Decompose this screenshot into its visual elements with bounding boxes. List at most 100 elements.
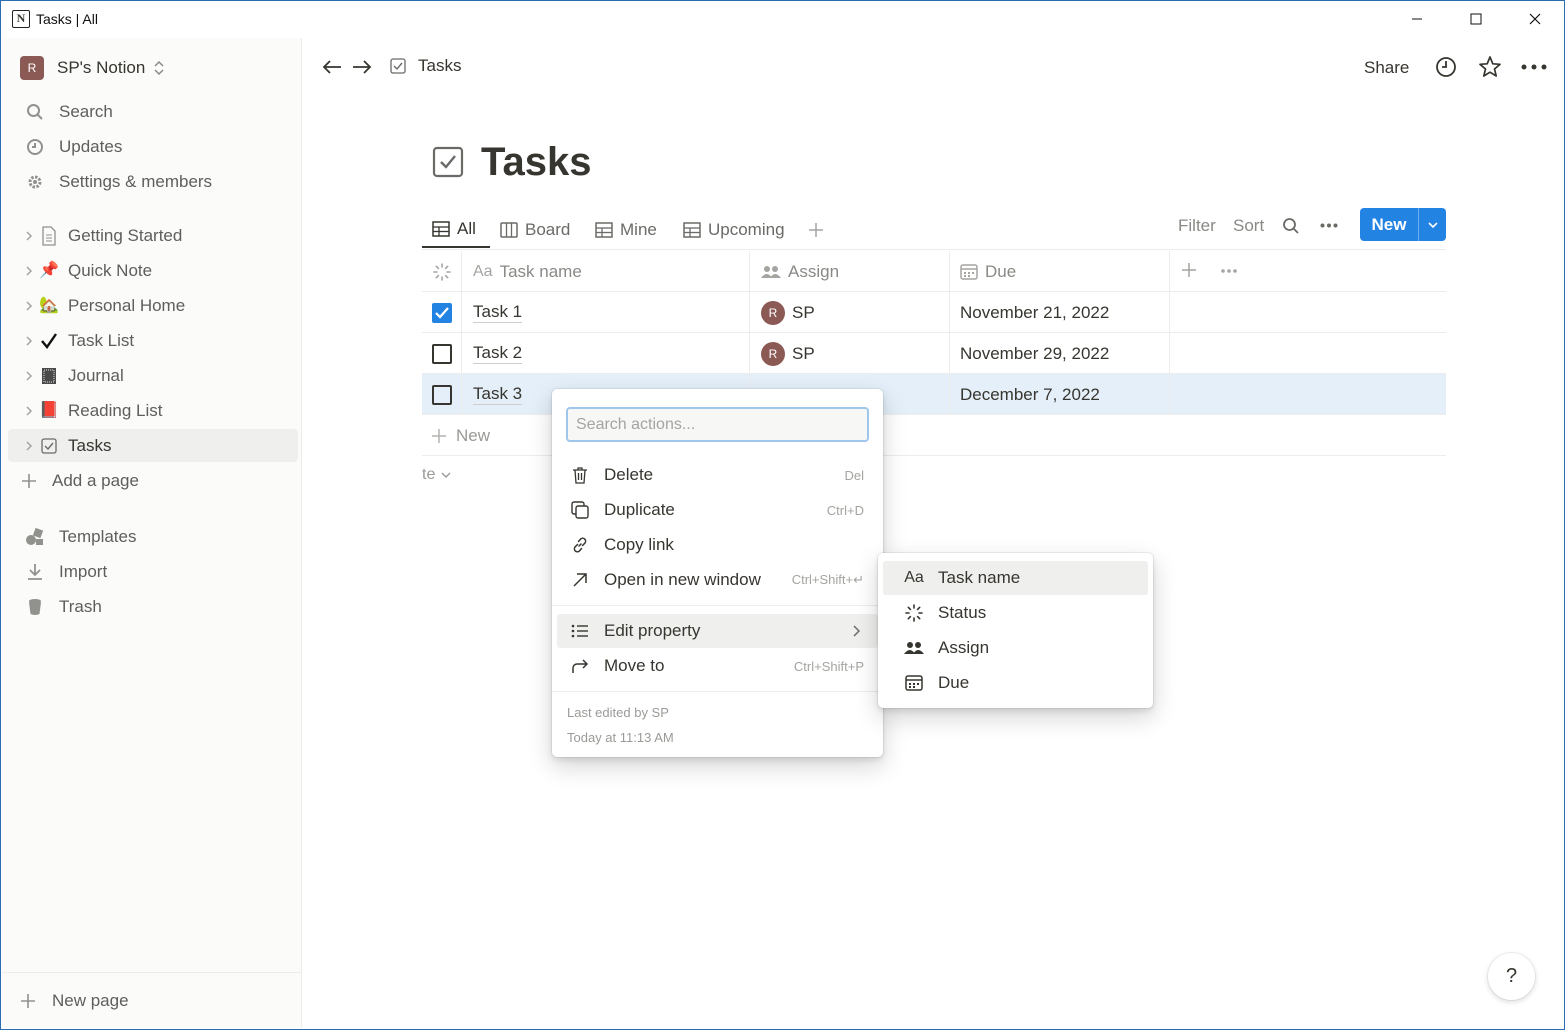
task-name[interactable]: Task 2 (473, 343, 523, 364)
workspace-switcher[interactable]: R SP's Notion (20, 54, 165, 82)
chevron-down-icon[interactable] (1418, 208, 1446, 241)
sidebar-item-import[interactable]: Import (8, 555, 298, 588)
topbar: Tasks Share (302, 38, 1565, 96)
status-column-header[interactable] (422, 251, 462, 292)
chevron-right-icon[interactable] (22, 370, 36, 382)
menu-item-label: Delete (604, 465, 654, 484)
help-button[interactable]: ? (1488, 953, 1535, 1000)
property-due[interactable]: Due (883, 666, 1148, 700)
close-window-button[interactable] (1515, 6, 1555, 32)
column-header-assign[interactable]: Assign (750, 251, 950, 292)
history-button[interactable] (1434, 55, 1458, 79)
status-icon (903, 603, 925, 623)
sidebar-item-updates[interactable]: Updates (8, 130, 298, 163)
sidebar-item-settings[interactable]: Settings & members (8, 165, 298, 198)
sidebar-item-label: Personal Home (68, 295, 186, 315)
add-property-button[interactable] (1182, 263, 1196, 277)
people-icon (903, 641, 925, 655)
share-button[interactable]: Share (1364, 56, 1409, 80)
shortcut-hint: Del (844, 467, 864, 483)
duplicate-menu-item[interactable]: Duplicate Ctrl+D (557, 493, 878, 527)
search-button[interactable] (1282, 217, 1300, 235)
sidebar-item-trash[interactable]: Trash (8, 590, 298, 623)
page-checkbox-icon[interactable] (432, 146, 464, 178)
view-more-button[interactable] (1320, 223, 1338, 228)
new-page-button[interactable]: New page (2, 972, 302, 1028)
clock-icon (24, 136, 46, 158)
add-view-button[interactable] (808, 212, 824, 248)
back-button[interactable] (320, 55, 344, 79)
add-page-button[interactable]: Add a page (8, 464, 298, 497)
move-to-menu-item[interactable]: Move to Ctrl+Shift+P (557, 649, 878, 683)
tab-mine[interactable]: Mine (595, 212, 657, 248)
assign-cell[interactable]: R SP (750, 292, 950, 333)
status-cell (422, 292, 462, 333)
sidebar-page-task-list[interactable]: Task List (8, 324, 298, 357)
workspace-avatar: R (20, 56, 44, 80)
star-icon (1478, 55, 1502, 79)
forward-button[interactable] (350, 55, 374, 79)
sidebar: R SP's Notion Search Updates Settings & … (2, 38, 302, 1028)
checkbox-unchecked[interactable] (431, 384, 452, 405)
sidebar-page-getting-started[interactable]: Getting Started (8, 219, 298, 252)
more-options-button[interactable] (1520, 55, 1548, 79)
sidebar-page-tasks[interactable]: Tasks (8, 429, 298, 462)
duplicate-icon (569, 501, 591, 519)
chevron-right-icon[interactable] (22, 335, 36, 347)
chevron-down-icon (441, 472, 451, 479)
due-cell[interactable]: November 21, 2022 (950, 292, 1170, 333)
task-name[interactable]: Task 1 (473, 302, 523, 323)
new-item-button[interactable]: New (1360, 208, 1446, 241)
minimize-button[interactable] (1397, 6, 1437, 32)
copy-link-menu-item[interactable]: Copy link (557, 528, 878, 562)
property-status[interactable]: Status (883, 596, 1148, 630)
new-button-label[interactable]: New (1360, 208, 1418, 241)
tab-upcoming[interactable]: Upcoming (683, 212, 785, 248)
column-header-due[interactable]: Due (950, 251, 1170, 292)
task-name[interactable]: Task 3 (473, 384, 523, 405)
breadcrumb[interactable]: Tasks (390, 56, 461, 76)
title-bar: N Tasks | All (0, 0, 1565, 38)
ellipsis-icon (1521, 64, 1547, 70)
property-task-name[interactable]: Aa Task name (883, 561, 1148, 595)
tab-all[interactable]: All (422, 212, 490, 248)
sidebar-item-search[interactable]: Search (8, 95, 298, 128)
chevron-right-icon[interactable] (22, 230, 36, 242)
property-assign[interactable]: Assign (883, 631, 1148, 665)
chevron-right-icon[interactable] (22, 300, 36, 312)
menu-divider (552, 691, 883, 692)
chevron-right-icon[interactable] (22, 405, 36, 417)
sort-button[interactable]: Sort (1233, 216, 1264, 236)
page-title[interactable]: Tasks (481, 140, 591, 185)
shortcut-hint: Ctrl+Shift+↵ (791, 572, 864, 587)
chevron-right-icon[interactable] (22, 265, 36, 277)
search-actions-input[interactable] (566, 407, 869, 442)
favorite-button[interactable] (1478, 55, 1502, 79)
sidebar-page-quick-note[interactable]: 📌 Quick Note (8, 254, 298, 287)
calculate-button[interactable]: te (422, 466, 451, 484)
clock-icon (1435, 56, 1457, 78)
breadcrumb-label: Tasks (418, 56, 462, 75)
due-cell[interactable]: November 29, 2022 (950, 333, 1170, 374)
filter-button[interactable]: Filter (1178, 216, 1216, 236)
table-more-button[interactable] (1221, 269, 1237, 273)
checkbox-unchecked[interactable] (431, 343, 452, 364)
open-new-window-menu-item[interactable]: Open in new window Ctrl+Shift+↵ (557, 563, 878, 597)
tab-board[interactable]: Board (500, 212, 570, 248)
due-cell[interactable]: December 7, 2022 (950, 374, 1170, 415)
sidebar-page-personal-home[interactable]: 🏡 Personal Home (8, 289, 298, 322)
task-name-cell[interactable]: Task 2 (462, 333, 750, 374)
task-name-cell[interactable]: Task 1 (462, 292, 750, 333)
maximize-button[interactable] (1456, 6, 1496, 32)
table-row[interactable]: Task 2 R SP November 29, 2022 (422, 333, 1446, 374)
sidebar-page-reading-list[interactable]: 📕 Reading List (8, 394, 298, 427)
sidebar-item-templates[interactable]: Templates (8, 520, 298, 553)
assign-cell[interactable]: R SP (750, 333, 950, 374)
checkbox-checked[interactable] (431, 302, 452, 323)
delete-menu-item[interactable]: Delete Del (557, 458, 878, 492)
table-row[interactable]: Task 1 R SP November 21, 2022 (422, 292, 1446, 333)
sidebar-page-journal[interactable]: Journal (8, 359, 298, 392)
column-header-task-name[interactable]: Aa Task name (462, 251, 750, 292)
edit-property-menu-item[interactable]: Edit property (557, 614, 878, 648)
chevron-right-icon[interactable] (22, 440, 36, 452)
